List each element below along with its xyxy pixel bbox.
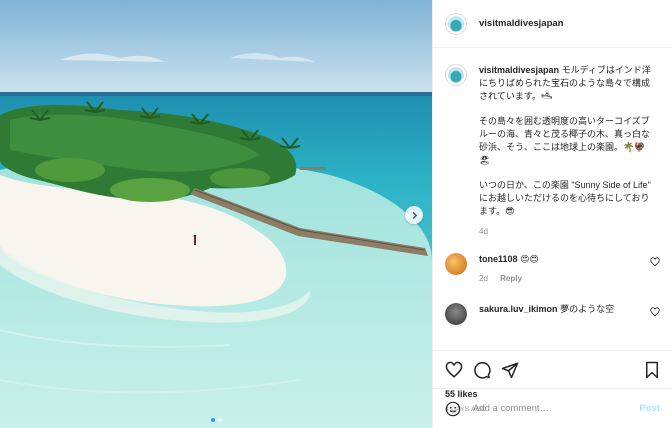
avatar[interactable] — [445, 303, 467, 326]
post-comment-button[interactable]: Post — [639, 403, 660, 414]
comment-username[interactable]: tone1108 — [479, 254, 518, 264]
carousel-indicator — [0, 418, 432, 422]
comment-icon[interactable] — [473, 361, 491, 379]
avatar[interactable] — [445, 12, 467, 35]
comment-item: tone1108 😍😍 2d Reply — [445, 253, 660, 285]
maldives-island-photo — [0, 0, 432, 428]
comment-like-heart-icon[interactable] — [650, 307, 660, 317]
post-side-panel: visitmaldivesjapan visitmaldivesjapan モル… — [432, 0, 672, 428]
avatar[interactable] — [445, 253, 467, 276]
comment-like-heart-icon[interactable] — [650, 257, 660, 267]
comment-body: tone1108 😍😍 2d Reply — [479, 253, 539, 285]
comment-body: sakura.luv_ikimon 夢のような空 — [479, 303, 614, 325]
comment-time[interactable]: 2d — [479, 274, 488, 283]
caption-time[interactable]: 4d — [479, 226, 651, 239]
share-icon[interactable] — [501, 361, 519, 379]
post-modal: visitmaldivesjapan visitmaldivesjapan モル… — [0, 0, 672, 428]
heart-icon[interactable] — [445, 361, 463, 379]
comment-text: 夢のような空 — [560, 304, 615, 315]
caption-username[interactable]: visitmaldivesjapan — [479, 65, 559, 75]
post-header: visitmaldivesjapan — [433, 0, 672, 48]
comment-username[interactable]: sakura.luv_ikimon — [479, 304, 558, 314]
carousel-dot — [210, 418, 215, 422]
comment-input[interactable] — [473, 403, 640, 414]
bookmark-icon[interactable] — [644, 361, 660, 379]
reply-button[interactable]: Reply — [500, 274, 522, 283]
comment-meta: 2d Reply — [479, 273, 539, 285]
comments-section: visitmaldivesjapan モルディブはインド洋にちりばめられた宝石の… — [433, 48, 672, 350]
action-icons — [445, 359, 660, 381]
carousel-next-button[interactable] — [405, 206, 423, 224]
carousel-dot — [217, 418, 222, 422]
comment-item: sakura.luv_ikimon 夢のような空 — [445, 303, 660, 326]
chevron-right-icon — [412, 211, 417, 219]
caption-text-2: その島々を囲む透明度の高いターコイズブルーの海、青々と茂る椰子の木、真っ白な砂浜… — [479, 116, 651, 165]
caption-body: visitmaldivesjapan モルディブはインド洋にちりばめられた宝石の… — [479, 64, 651, 239]
post-author-username[interactable]: visitmaldivesjapan — [479, 18, 563, 29]
add-comment-bar: Post — [433, 388, 672, 428]
comment-text: 😍😍 — [520, 254, 539, 265]
caption-text-3: いつの日か、この楽園 "Sunny Side of Life" にお越しいただけ… — [479, 180, 651, 216]
caption: visitmaldivesjapan モルディブはインド洋にちりばめられた宝石の… — [445, 64, 660, 239]
avatar[interactable] — [445, 64, 467, 86]
emoji-icon[interactable] — [445, 401, 461, 417]
post-photo[interactable] — [0, 0, 432, 428]
